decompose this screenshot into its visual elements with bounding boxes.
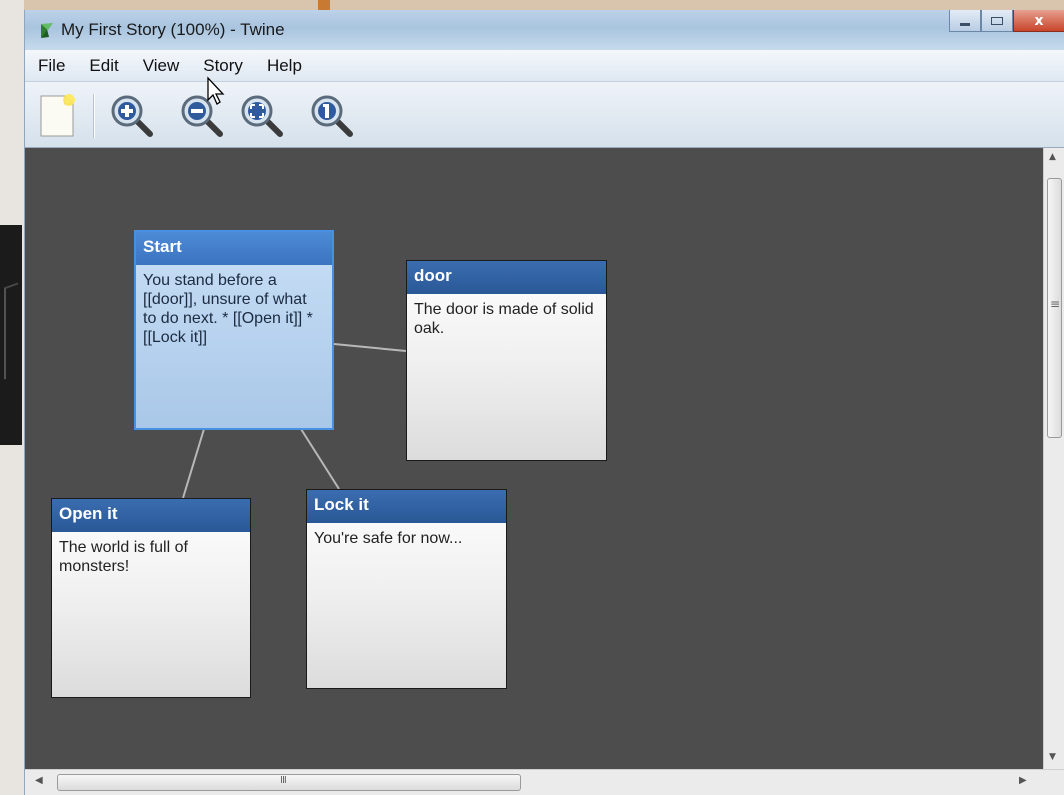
vertical-scrollbar[interactable]: ▲ ▼ xyxy=(1043,148,1064,769)
passage-title: Open it xyxy=(52,499,250,532)
zoom-actual-button[interactable] xyxy=(307,90,355,140)
passage-title: door xyxy=(407,261,606,294)
mouse-cursor-icon xyxy=(207,76,225,105)
scroll-left-icon[interactable]: ◀ xyxy=(35,775,43,786)
passage-lock-it[interactable]: Lock it You're safe for now... xyxy=(306,489,507,689)
passage-excerpt: The door is made of solid oak. xyxy=(414,301,594,337)
window-title: My First Story (100%) - Twine xyxy=(61,20,285,39)
zoom-in-button[interactable] xyxy=(107,90,155,140)
link-start-lock-it xyxy=(300,428,340,490)
new-passage-button[interactable] xyxy=(33,90,81,140)
passage-title: Start xyxy=(136,232,332,265)
passage-door[interactable]: door The door is made of solid oak. xyxy=(406,260,607,461)
zoom-fit-icon xyxy=(241,95,283,137)
passage-excerpt: The world is full of monsters! xyxy=(59,539,188,575)
maximize-button[interactable] xyxy=(981,10,1013,32)
horizontal-scrollbar[interactable]: ◀ ▶ xyxy=(25,769,1064,795)
menu-edit[interactable]: Edit xyxy=(76,56,129,76)
zoom-in-icon xyxy=(111,95,153,137)
link-start-door xyxy=(333,343,407,352)
twine-app-icon xyxy=(41,23,53,38)
background-image-fragment xyxy=(0,225,22,445)
minimize-icon xyxy=(960,23,970,26)
toolbar xyxy=(25,82,1064,148)
background-fragment xyxy=(318,0,330,10)
scroll-up-icon[interactable]: ▲ xyxy=(1049,152,1056,162)
maximize-icon xyxy=(991,16,1003,25)
new-passage-icon xyxy=(40,94,75,137)
story-map-canvas[interactable]: Start You stand before a [[door]], unsur… xyxy=(25,148,1045,769)
menu-file[interactable]: File xyxy=(25,56,76,76)
menu-story[interactable]: Story xyxy=(190,56,254,76)
menu-bar: File Edit View Story Help xyxy=(25,50,1064,82)
link-start-open-it xyxy=(182,428,205,499)
scroll-right-icon[interactable]: ▶ xyxy=(1019,775,1027,786)
passage-open-it[interactable]: Open it The world is full of monsters! xyxy=(51,498,251,698)
passage-start[interactable]: Start You stand before a [[door]], unsur… xyxy=(134,230,334,430)
toolbar-separator xyxy=(93,94,95,138)
close-button[interactable]: x xyxy=(1013,10,1064,32)
menu-help[interactable]: Help xyxy=(254,56,313,76)
passage-excerpt: You're safe for now... xyxy=(314,530,463,547)
passage-excerpt: You stand before a [[door]], unsure of w… xyxy=(143,272,313,346)
vertical-scroll-thumb[interactable] xyxy=(1047,178,1062,438)
scroll-down-icon[interactable]: ▼ xyxy=(1049,752,1056,762)
title-bar[interactable]: My First Story (100%) - Twine x xyxy=(25,10,1064,50)
zoom-actual-icon xyxy=(311,95,353,137)
horizontal-scroll-thumb[interactable] xyxy=(57,774,521,791)
close-icon: x xyxy=(1034,12,1044,29)
passage-title: Lock it xyxy=(307,490,506,523)
minimize-button[interactable] xyxy=(949,10,981,32)
zoom-fit-button[interactable] xyxy=(237,90,285,140)
twine-window: My First Story (100%) - Twine x File Edi… xyxy=(24,10,1064,795)
menu-view[interactable]: View xyxy=(130,56,191,76)
window-controls: x xyxy=(949,10,1064,34)
